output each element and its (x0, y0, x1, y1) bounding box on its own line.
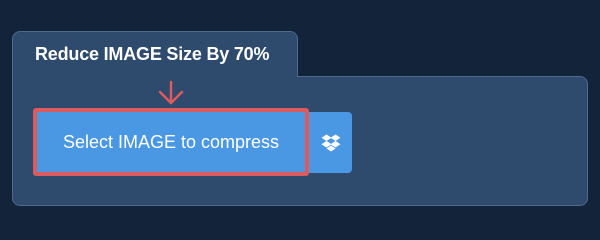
arrow-down-icon (158, 80, 184, 105)
page: Reduce IMAGE Size By 70% Select IMAGE to… (0, 0, 600, 230)
card-tab-seam (13, 74, 297, 80)
dropbox-button[interactable] (309, 112, 352, 173)
select-image-button[interactable]: Select IMAGE to compress (33, 108, 309, 176)
select-image-label: Select IMAGE to compress (62, 131, 280, 152)
card-title: Reduce IMAGE Size By 70% (35, 44, 270, 64)
dropbox-icon (321, 134, 340, 151)
